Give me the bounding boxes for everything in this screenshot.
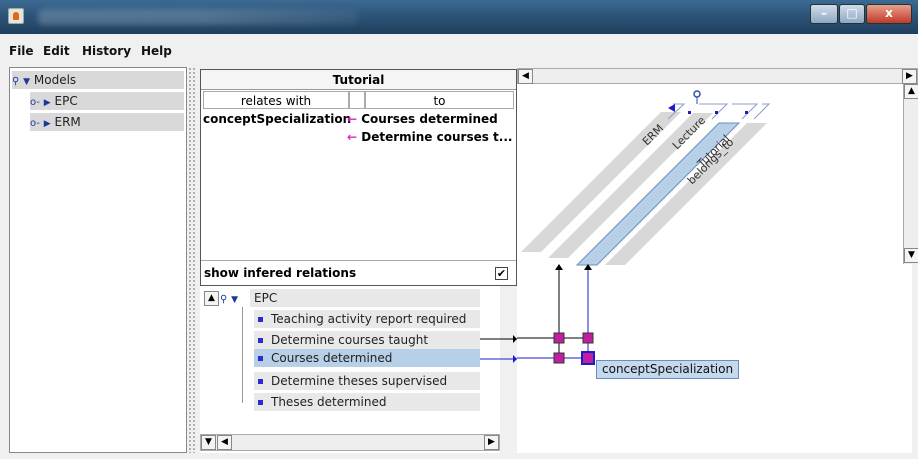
expanded-arrow-icon: ▼ <box>231 295 239 305</box>
scroll-up-icon[interactable]: ▲ <box>904 84 918 99</box>
root-node-icon <box>693 90 701 98</box>
activity-icon <box>258 356 263 361</box>
scroll-up-icon[interactable]: ▲ <box>204 291 219 306</box>
relation-marker[interactable] <box>553 352 565 364</box>
menu-file[interactable]: File <box>9 44 34 58</box>
collapsed-arrow-icon: ▶ <box>43 98 51 108</box>
relation-name[interactable]: conceptSpecialization <box>203 112 351 126</box>
menu-edit[interactable]: Edit <box>43 44 70 58</box>
activity-icon <box>258 400 263 405</box>
show-inferred-checkbox[interactable]: ✔ <box>495 267 508 280</box>
canvas-horizontal-scrollbar[interactable]: ◀ ▶ <box>517 68 918 84</box>
scroll-left-icon[interactable]: ◀ <box>518 69 533 84</box>
canvas-vertical-scrollbar[interactable]: ▲ ▼ <box>903 84 918 264</box>
minimize-button[interactable]: – <box>810 4 838 24</box>
epc-item-0[interactable]: Teaching activity report required <box>254 310 480 328</box>
relation-graph: ERM Lecture Tutorial belongs_to <box>517 90 771 365</box>
close-button[interactable]: x <box>866 4 912 24</box>
title-bar: – □ x <box>0 0 918 34</box>
graph-canvas[interactable]: ERM Lecture Tutorial belongs_to <box>517 68 912 453</box>
expanded-arrow-icon: ▼ <box>23 77 31 87</box>
tree-node-models[interactable]: ⚲ ▼ Models <box>12 71 184 89</box>
tree-handle-icon[interactable]: ⚲ <box>220 294 227 305</box>
relation-marker[interactable] <box>553 332 565 344</box>
relation-marker[interactable] <box>582 332 594 344</box>
epc-root-label[interactable]: EPC <box>250 289 480 307</box>
show-inferred-row: show infered relations ✔ <box>201 260 516 285</box>
epc-horizontal-scrollbar[interactable]: ▼ ◀ ▶ <box>200 434 500 451</box>
scroll-right-icon[interactable]: ▶ <box>484 435 499 450</box>
relation-target-row[interactable]: ← Determine courses t... <box>347 130 512 144</box>
collapsed-arrow-icon: ▶ <box>43 119 51 129</box>
tree-node-erm[interactable]: o- ▶ ERM <box>30 113 184 131</box>
column-header-to[interactable]: to <box>365 91 514 109</box>
tree-guide-line <box>242 307 243 403</box>
expand-arrow-icon[interactable] <box>668 104 675 112</box>
column-bracket-lines <box>667 103 771 120</box>
epc-item-2[interactable]: Courses determined <box>254 349 480 367</box>
scroll-left-icon[interactable]: ◀ <box>217 435 232 450</box>
scroll-right-icon[interactable]: ▶ <box>902 69 917 84</box>
tree-handle-icon[interactable]: ⚲ <box>12 76 19 87</box>
activity-icon <box>258 317 263 322</box>
show-inferred-label: show infered relations <box>204 266 357 280</box>
row-connector-lines <box>480 335 517 363</box>
menu-history[interactable]: History <box>82 44 131 58</box>
epc-item-3[interactable]: Determine theses supervised <box>254 372 480 390</box>
window-title <box>38 9 358 25</box>
menu-help[interactable]: Help <box>141 44 172 58</box>
selected-relation-marker[interactable] <box>581 351 595 365</box>
column-header-relates-with[interactable]: relates with <box>203 91 349 109</box>
tree-handle-icon[interactable]: o- <box>30 97 40 108</box>
epc-tree-panel: ▲ ⚲ ▼ EPC Teaching activity report requi… <box>200 286 500 453</box>
up-arrow-icon <box>555 264 563 270</box>
scroll-down-icon[interactable]: ▼ <box>904 248 918 263</box>
split-pane-divider[interactable] <box>188 67 196 453</box>
relation-target-row[interactable]: ← Courses determined <box>347 112 498 126</box>
activity-icon <box>258 338 263 343</box>
menu-bar: File Edit History Help <box>0 41 918 61</box>
maximize-button[interactable]: □ <box>839 4 865 24</box>
left-arrow-icon: ← <box>347 112 358 126</box>
tree-node-epc[interactable]: o- ▶ EPC <box>30 92 184 110</box>
java-app-icon <box>8 8 24 24</box>
relation-tooltip: conceptSpecialization <box>596 360 740 379</box>
relation-panel-title: Tutorial <box>201 70 516 90</box>
epc-root-node[interactable]: ⚲ ▼ <box>220 289 238 307</box>
column-header-arrow[interactable] <box>349 91 365 109</box>
left-arrow-icon: ← <box>347 130 358 144</box>
activity-icon <box>258 379 263 384</box>
relation-panel: Tutorial relates with to conceptSpeciali… <box>200 69 517 286</box>
tree-handle-icon[interactable]: o- <box>30 118 40 129</box>
models-tree-panel: ⚲ ▼ Models o- ▶ EPC o- ▶ ERM <box>9 67 187 453</box>
scroll-down-icon[interactable]: ▼ <box>201 435 216 450</box>
epc-item-1[interactable]: Determine courses taught <box>254 331 480 349</box>
epc-item-4[interactable]: Theses determined <box>254 393 480 411</box>
